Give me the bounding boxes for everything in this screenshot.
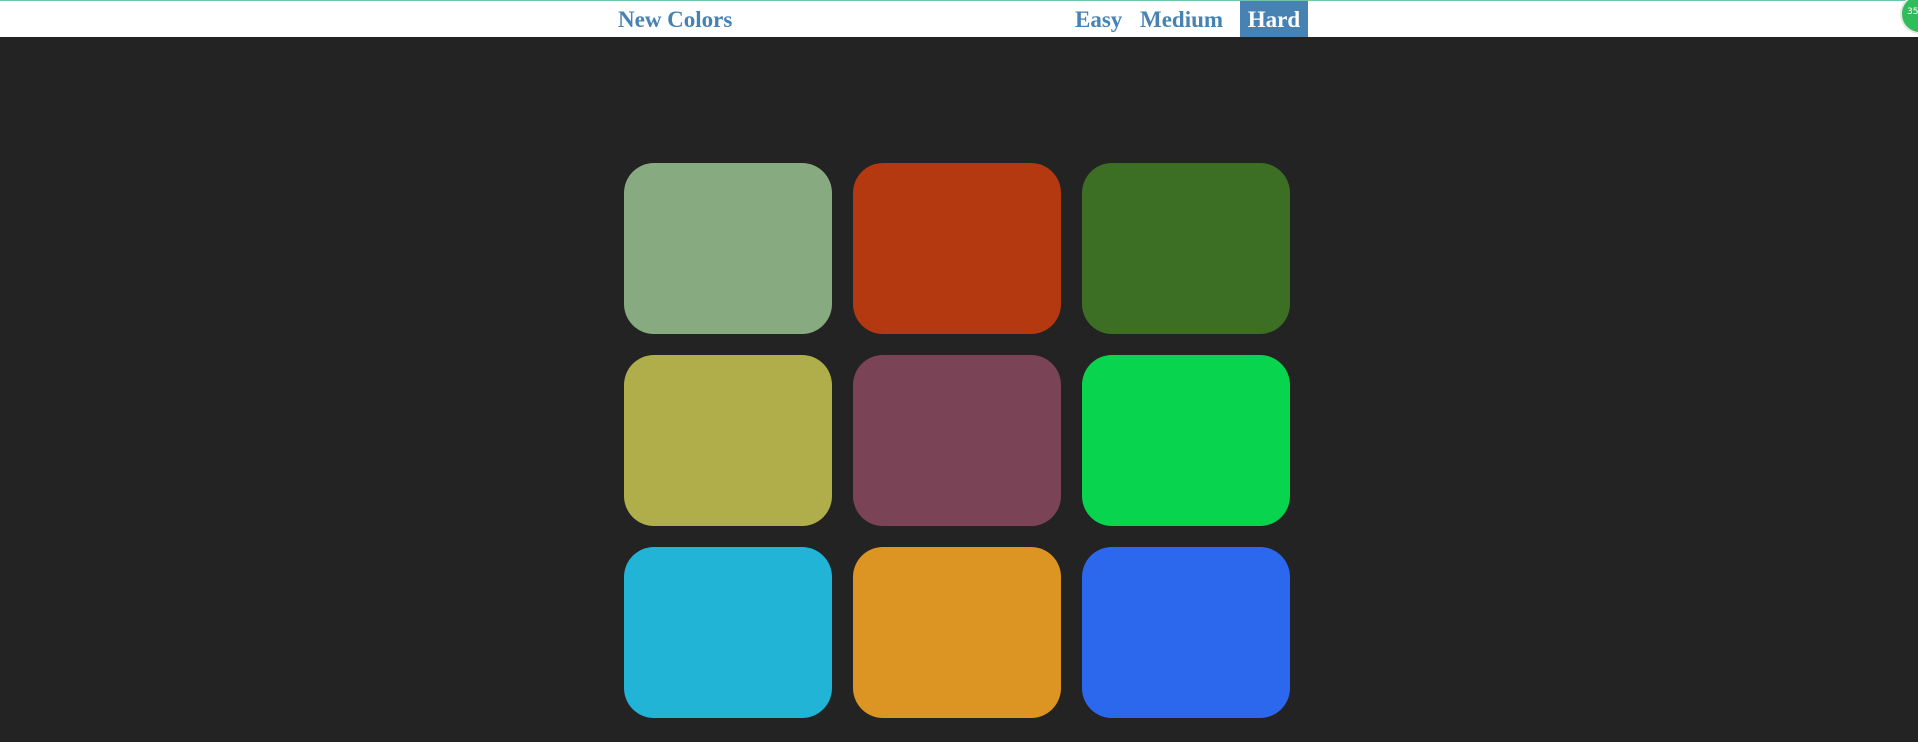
color-square-6[interactable]	[1082, 355, 1290, 526]
color-square-1[interactable]	[624, 163, 832, 334]
color-square-9[interactable]	[1082, 547, 1290, 718]
new-colors-button[interactable]: New Colors	[612, 1, 738, 38]
color-square-8[interactable]	[853, 547, 1061, 718]
color-square-5[interactable]	[853, 355, 1061, 526]
color-square-7[interactable]	[624, 547, 832, 718]
color-square-3[interactable]	[1082, 163, 1290, 334]
badge-count: 35	[1907, 7, 1918, 17]
easy-mode-button[interactable]: Easy	[1069, 1, 1128, 38]
color-square-4[interactable]	[624, 355, 832, 526]
hard-mode-button[interactable]: Hard	[1240, 1, 1308, 38]
medium-mode-button[interactable]: Medium	[1134, 1, 1229, 38]
top-nav-bar: New Colors Easy Medium Hard	[0, 0, 1918, 38]
color-board	[0, 37, 1918, 742]
color-square-2[interactable]	[853, 163, 1061, 334]
